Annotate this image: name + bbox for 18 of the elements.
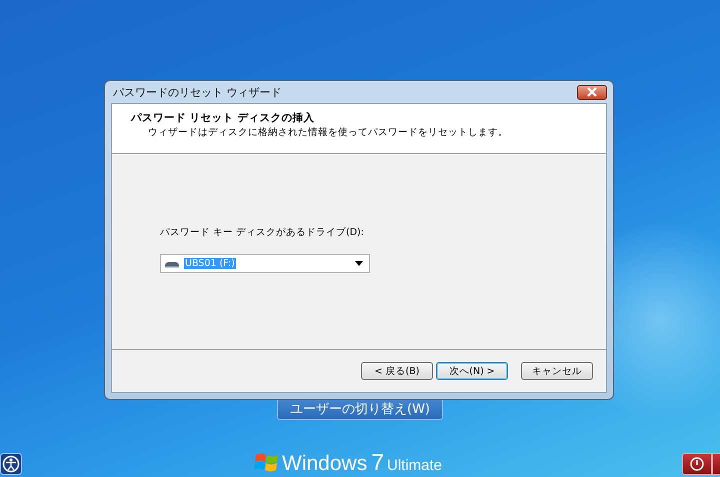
drive-icon [164,260,180,268]
page-title: パスワード リセット ディスクの挿入 [131,111,316,125]
version-number: 7 [371,449,384,476]
dropdown-arrow-icon [355,261,363,266]
page-description: ウィザードはディスクに格納された情報を使ってパスワードをリセットします。 [147,126,509,139]
brand-name: Windows [282,452,368,476]
drive-label: パスワード キー ディスクがあるドライブ(D): [160,226,365,239]
wizard-button[interactable]: 次へ(N) > [436,362,508,380]
edition-name: Ultimate [387,457,442,474]
wizard-button[interactable]: < 戻る(B) [361,362,433,380]
power-icon [690,457,704,471]
flag-logo-icon [254,450,280,474]
accessibility-icon[interactable] [0,453,22,475]
close-button[interactable] [577,84,607,100]
wizard-button[interactable]: キャンセル [521,362,593,380]
window-title: パスワードのリセット ウィザード [112,84,282,100]
close-icon [585,87,599,97]
shutdown-button[interactable] [682,453,712,475]
